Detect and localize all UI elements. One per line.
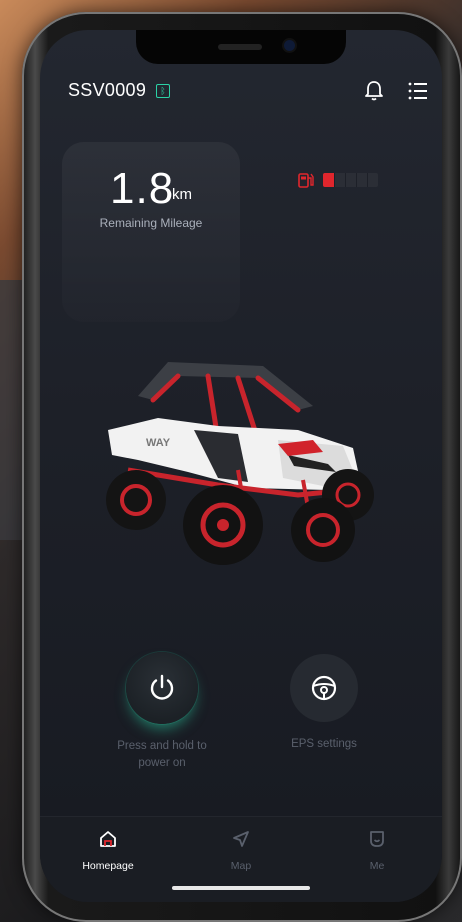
tab-label: Homepage	[82, 860, 134, 872]
power-button[interactable]	[126, 652, 198, 724]
wheel-rear-left	[106, 470, 166, 530]
wheel-front-right	[291, 498, 355, 562]
tab-label: Me	[369, 860, 385, 872]
front-camera	[284, 40, 295, 51]
mileage-unit: km	[172, 186, 192, 203]
bluetooth-icon: ᛒ	[156, 84, 170, 98]
power-icon	[150, 674, 174, 700]
eps-label: EPS settings	[291, 738, 357, 750]
quick-actions: Press and hold to power on EPS settings	[40, 650, 442, 770]
fuel-segment-divider	[367, 173, 368, 187]
steering-wheel-icon	[311, 675, 337, 701]
speaker-grille	[218, 44, 262, 50]
home-indicator	[172, 886, 310, 890]
wheel-front-left	[183, 485, 263, 565]
eps-settings-button[interactable]	[290, 654, 358, 722]
tab-label: Map	[230, 860, 252, 872]
app-screen: SSV0009 ᛒ 1.8 km Remaining Mileage WAY P…	[40, 30, 442, 902]
tab-homepage[interactable]: Homepage	[63, 829, 153, 872]
power-label: Press and hold to power on	[117, 740, 207, 769]
home-icon	[100, 831, 116, 847]
fuel-segment-divider	[356, 173, 357, 187]
tab-map[interactable]: Map	[196, 829, 286, 872]
fuel-icon	[296, 171, 316, 194]
vehicle-image: WAY	[98, 360, 388, 570]
mileage-card: 1.8 km Remaining Mileage	[62, 142, 240, 322]
device-name[interactable]: SSV0009	[68, 80, 146, 101]
fuel-segment-divider	[334, 173, 335, 187]
top-bar: SSV0009 ᛒ	[40, 76, 442, 106]
tab-me[interactable]: Me	[332, 829, 422, 872]
bell-icon[interactable]	[364, 80, 384, 107]
profile-icon	[370, 831, 384, 847]
menu-icon[interactable]	[408, 82, 428, 105]
phone-notch	[136, 30, 346, 64]
navigation-icon	[233, 831, 249, 847]
mileage-label: Remaining Mileage	[99, 216, 203, 230]
fuel-segment-divider	[345, 173, 346, 187]
mileage-value: 1.8	[110, 164, 175, 213]
vehicle-badge: WAY	[146, 437, 171, 449]
fuel-level-bar	[323, 173, 378, 187]
